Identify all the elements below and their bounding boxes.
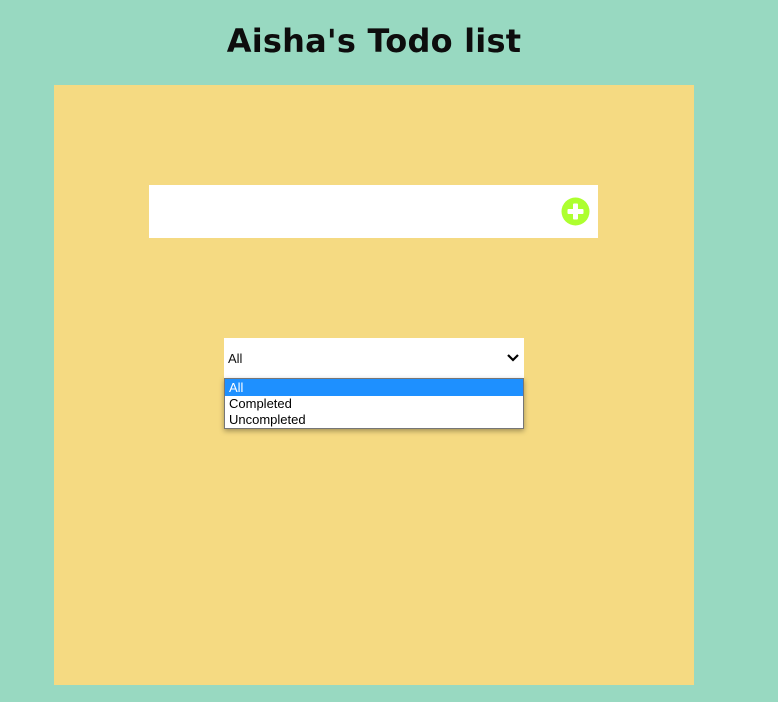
filter-dropdown: All Completed Uncompleted: [224, 378, 524, 429]
chevron-down-icon: [507, 354, 519, 362]
todo-input[interactable]: [149, 185, 549, 238]
plus-circle-icon: [561, 197, 590, 226]
filter-option-uncompleted[interactable]: Uncompleted: [225, 412, 523, 428]
filter-select[interactable]: All: [224, 338, 524, 378]
filter-option-all[interactable]: All: [225, 379, 523, 396]
page-title: Aisha's Todo list: [226, 22, 522, 60]
filter-select-value: All: [228, 350, 243, 366]
todo-form: [149, 185, 598, 238]
filter-option-completed[interactable]: Completed: [225, 396, 523, 412]
add-todo-button[interactable]: [561, 197, 590, 226]
todo-panel: All All Completed Uncompleted: [54, 85, 694, 685]
